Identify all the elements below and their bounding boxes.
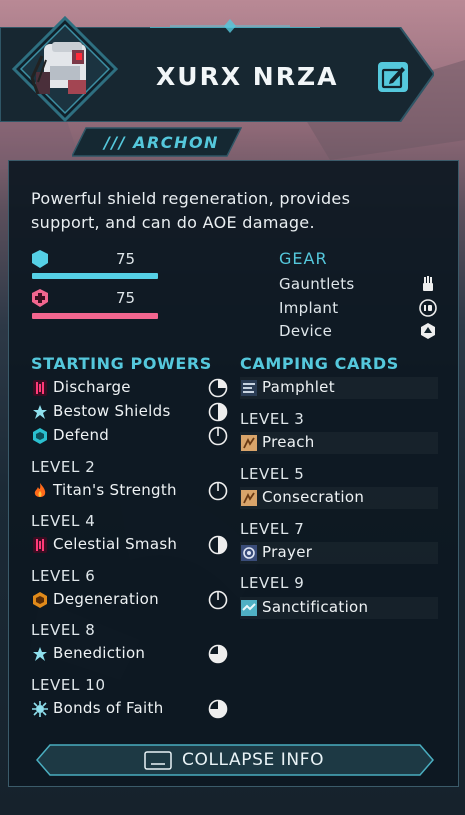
preach-icon xyxy=(241,435,257,451)
degeneration-icon xyxy=(33,592,47,608)
power-level-8: LEVEL 8 xyxy=(31,621,96,639)
benediction-icon xyxy=(33,647,47,661)
prayer-icon xyxy=(241,545,257,561)
cooldown-half-icon xyxy=(208,535,228,555)
starting-powers-title: STARTING POWERS xyxy=(31,354,212,373)
edit-name-button[interactable] xyxy=(377,61,409,93)
pamphlet-icon xyxy=(241,380,257,396)
card-pamphlet[interactable]: Pamphlet xyxy=(240,377,438,399)
cooldown-three-quarter-icon xyxy=(208,644,228,664)
card-label: Consecration xyxy=(262,488,365,506)
character-portrait xyxy=(12,16,118,122)
collapse-info-label: COLLAPSE INFO xyxy=(182,750,325,770)
sanctification-icon xyxy=(241,600,257,616)
power-level-10: LEVEL 10 xyxy=(31,676,106,694)
defend-icon xyxy=(33,428,47,444)
camping-cards-title: CAMPING CARDS xyxy=(240,354,399,373)
power-label: Celestial Smash xyxy=(53,535,178,553)
card-sanctification[interactable]: Sanctification xyxy=(240,597,438,619)
card-preach[interactable]: Preach xyxy=(240,432,438,454)
card-label: Pamphlet xyxy=(262,378,335,396)
shield-bar xyxy=(32,273,158,279)
card-consecration[interactable]: Consecration xyxy=(240,487,438,509)
power-level-6: LEVEL 6 xyxy=(31,567,96,585)
card-label: Prayer xyxy=(262,543,313,561)
character-description: Powerful shield regeneration, provides s… xyxy=(31,189,351,232)
card-prayer[interactable]: Prayer xyxy=(240,542,438,564)
power-level-2: LEVEL 2 xyxy=(31,458,96,476)
power-label: Bestow Shields xyxy=(53,402,171,420)
cooldown-half-icon xyxy=(208,402,228,422)
shield-value: 75 xyxy=(116,250,136,268)
implant-icon[interactable] xyxy=(419,299,437,317)
bestow-shields-icon xyxy=(33,405,47,419)
power-label: Benediction xyxy=(53,644,146,662)
card-level-3: LEVEL 3 xyxy=(240,410,305,428)
gear-title: GEAR xyxy=(279,249,328,268)
power-celestial-smash[interactable]: Celestial Smash xyxy=(31,535,231,555)
power-label: Degeneration xyxy=(53,590,159,608)
device-icon[interactable] xyxy=(419,322,437,340)
power-discharge[interactable]: Discharge xyxy=(31,378,231,398)
character-name: XURX NRZA xyxy=(156,62,339,91)
gear-item-implant: Implant xyxy=(279,299,339,317)
card-label: Sanctification xyxy=(262,598,369,616)
gear-item-gauntlets: Gauntlets xyxy=(279,275,355,293)
celestial-smash-icon xyxy=(33,537,47,553)
power-benediction[interactable]: Benediction xyxy=(31,644,231,664)
shield-icon xyxy=(32,250,48,268)
power-degeneration[interactable]: Degeneration xyxy=(31,590,231,610)
power-label: Titan's Strength xyxy=(53,481,177,499)
power-label: Bonds of Faith xyxy=(53,699,164,717)
cooldown-three-quarter-icon xyxy=(208,699,228,719)
cooldown-empty-icon xyxy=(208,590,228,610)
power-level-4: LEVEL 4 xyxy=(31,512,96,530)
health-bar xyxy=(32,313,158,319)
cooldown-quarter-icon xyxy=(208,378,228,398)
cooldown-empty-icon xyxy=(208,426,228,446)
health-value: 75 xyxy=(116,289,136,307)
bonds-of-faith-icon xyxy=(32,701,48,717)
power-bestow-shields[interactable]: Bestow Shields xyxy=(31,402,231,422)
consecration-icon xyxy=(241,490,257,506)
power-bonds-of-faith[interactable]: Bonds of Faith xyxy=(31,699,231,719)
gear-item-device: Device xyxy=(279,322,333,340)
flame-icon xyxy=(34,483,46,497)
gauntlet-icon[interactable] xyxy=(419,275,437,293)
card-level-9: LEVEL 9 xyxy=(240,574,305,592)
discharge-icon xyxy=(33,380,47,396)
header-top-ornament xyxy=(170,19,290,33)
card-level-7: LEVEL 7 xyxy=(240,520,305,538)
cooldown-empty-icon xyxy=(208,481,228,501)
health-cross-icon xyxy=(32,289,48,307)
power-label: Defend xyxy=(53,426,110,444)
power-defend[interactable]: Defend xyxy=(31,426,231,446)
power-label: Discharge xyxy=(53,378,131,396)
card-level-5: LEVEL 5 xyxy=(240,465,305,483)
class-label: /// ARCHON xyxy=(104,133,219,152)
card-label: Preach xyxy=(262,433,315,451)
power-titans-strength[interactable]: Titan's Strength xyxy=(31,481,231,501)
